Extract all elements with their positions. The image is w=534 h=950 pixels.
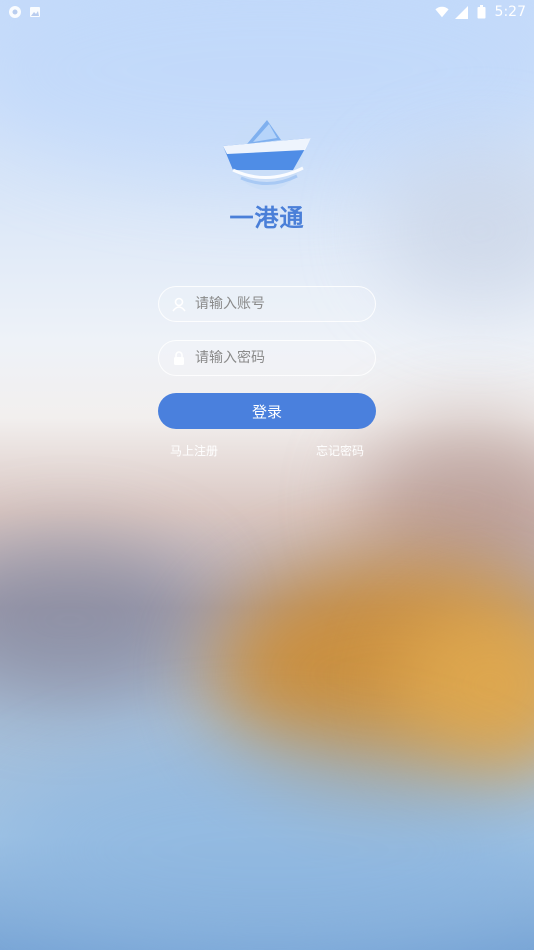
password-input[interactable] (195, 350, 355, 366)
register-link[interactable]: 马上注册 (170, 442, 218, 459)
account-field[interactable] (158, 286, 376, 322)
forgot-password-link[interactable]: 忘记密码 (316, 442, 364, 459)
status-bar: 5:27 (0, 0, 534, 24)
chrome-icon (8, 5, 22, 19)
image-notification-icon (28, 5, 42, 19)
password-field[interactable] (158, 340, 376, 376)
status-time: 5:27 (494, 4, 526, 20)
lock-icon (171, 350, 187, 366)
wifi-icon (434, 5, 449, 19)
account-input[interactable] (195, 296, 355, 312)
background-blob (0, 740, 534, 950)
user-icon (171, 296, 187, 312)
signal-icon (455, 5, 469, 19)
battery-icon (475, 5, 489, 19)
ship-logo-icon (219, 116, 315, 192)
login-button[interactable]: 登录 (158, 393, 376, 429)
app-title: 一港通 (229, 204, 305, 232)
